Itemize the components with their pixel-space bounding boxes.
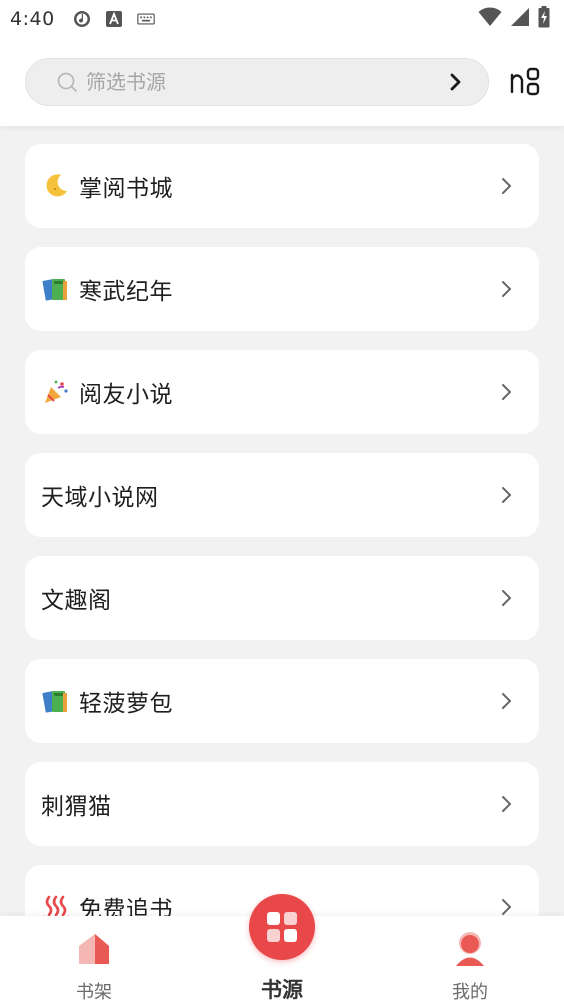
source-item-tianyu[interactable]: 天域小说网 <box>25 453 539 537</box>
chevron-right-icon <box>450 73 461 91</box>
source-item-label: 阅友小说 <box>79 382 173 408</box>
books-icon <box>41 274 71 304</box>
source-item-label: 寒武纪年 <box>79 279 173 305</box>
wifi-icon <box>478 7 502 31</box>
source-item-hanwujinian[interactable]: 寒武纪年 <box>25 247 539 331</box>
source-item-label: 轻菠萝包 <box>79 691 173 717</box>
grid-icon <box>267 912 297 942</box>
source-item-label: 掌阅书城 <box>79 176 173 202</box>
source-item-label: 文趣阁 <box>41 588 112 614</box>
chevron-right-icon <box>497 382 517 402</box>
chevron-right-icon <box>497 691 517 711</box>
battery-charging-icon <box>538 6 550 32</box>
text-a-icon <box>105 10 123 28</box>
search-input[interactable] <box>86 62 442 102</box>
chevron-right-icon <box>497 176 517 196</box>
nav-bookshelf[interactable]: 书架 <box>34 916 154 1004</box>
party-popper-icon <box>41 377 71 407</box>
profile-icon <box>450 930 490 968</box>
music-notification-icon <box>73 10 91 28</box>
bookshelf-icon <box>74 930 114 968</box>
nav-book-source-label: 书源 <box>261 978 303 1002</box>
scan-icon <box>510 67 540 96</box>
search-bar[interactable] <box>25 58 489 106</box>
keyboard-icon <box>136 10 155 28</box>
status-time: 4:40 <box>10 8 55 30</box>
search-go-button[interactable] <box>442 68 470 96</box>
source-item-yueyou[interactable]: 阅友小说 <box>25 350 539 434</box>
source-item-label: 刺猬猫 <box>41 794 112 820</box>
status-system-icons <box>478 6 550 32</box>
source-list: 掌阅书城 寒武纪年 阅友小说 天域小说网 文趣阁 轻菠萝包 刺猬猫 免费追书 <box>25 144 539 968</box>
search-icon <box>57 72 77 92</box>
source-item-wenquge[interactable]: 文趣阁 <box>25 556 539 640</box>
chevron-right-icon <box>497 485 517 505</box>
books-icon <box>41 686 71 716</box>
chevron-right-icon <box>497 897 517 917</box>
source-item-label: 天域小说网 <box>41 485 159 511</box>
nav-mine-label: 我的 <box>452 982 488 1003</box>
source-item-zhangyue[interactable]: 掌阅书城 <box>25 144 539 228</box>
signal-icon <box>510 7 530 31</box>
nav-mine[interactable]: 我的 <box>410 916 530 1004</box>
crescent-moon-icon <box>41 171 71 201</box>
scan-button[interactable] <box>508 64 544 100</box>
chevron-right-icon <box>497 588 517 608</box>
source-item-qingboluobao[interactable]: 轻菠萝包 <box>25 659 539 743</box>
status-notification-icons <box>73 10 155 28</box>
book-source-center-button[interactable] <box>249 894 315 960</box>
chevron-right-icon <box>497 279 517 299</box>
status-bar: 4:40 <box>0 0 564 38</box>
nav-bookshelf-label: 书架 <box>76 982 112 1003</box>
source-item-ciweimao[interactable]: 刺猬猫 <box>25 762 539 846</box>
chevron-right-icon <box>497 794 517 814</box>
top-header <box>0 38 564 126</box>
